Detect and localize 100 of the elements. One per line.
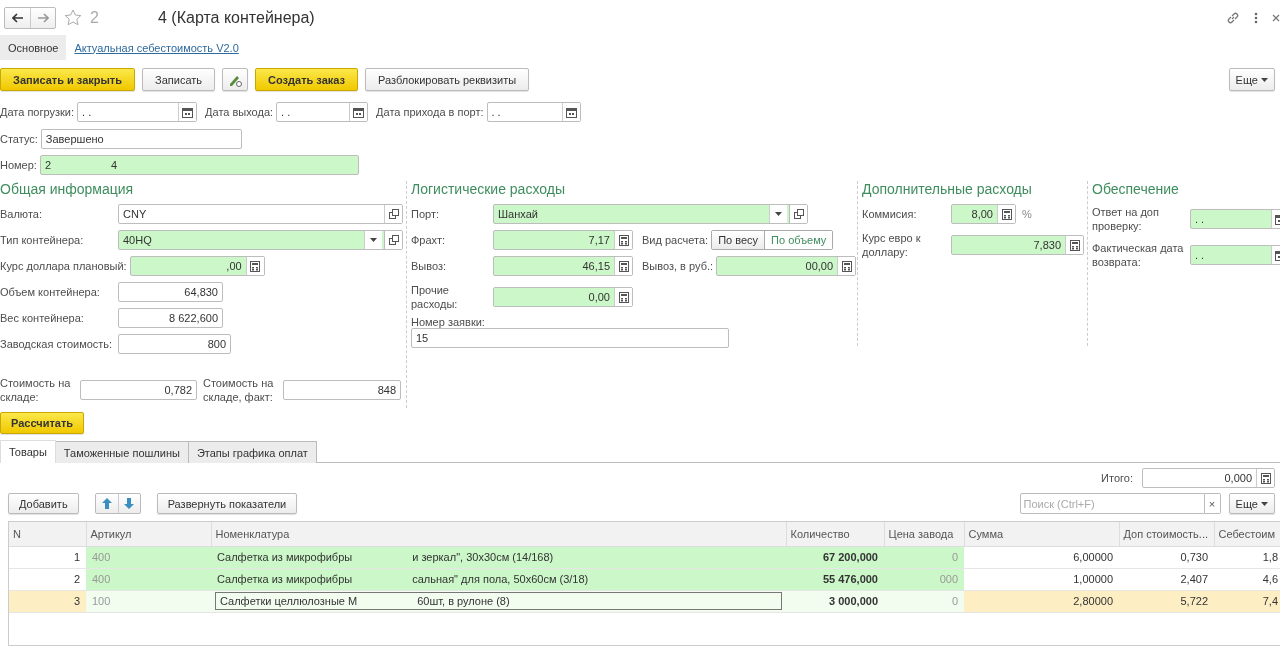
- close-icon[interactable]: [1272, 13, 1280, 22]
- open-icon[interactable]: [793, 209, 804, 219]
- text-field[interactable]: 8 622,600: [118, 308, 223, 328]
- tab[interactable]: Таможенные пошлины: [55, 441, 189, 463]
- dropdown-caret-icon: [1261, 501, 1268, 506]
- select-field[interactable]: CNY: [118, 204, 403, 224]
- calculator-icon[interactable]: [841, 260, 852, 272]
- table-cell: 4,6: [1214, 568, 1280, 590]
- more-menu-button[interactable]: Еще: [1228, 493, 1275, 514]
- calendar-icon[interactable]: [182, 106, 194, 118]
- calculate-button[interactable]: Рассчитать: [0, 412, 85, 434]
- date-field[interactable]: . .: [276, 102, 369, 122]
- field-label: Дата прихода в порт:: [376, 106, 485, 118]
- text-field[interactable]: 848: [283, 380, 401, 400]
- calculator-icon[interactable]: [1260, 472, 1271, 484]
- section-title: Дополнительные расходы: [862, 181, 1033, 198]
- field-label: Вывоз, в руб.:: [642, 260, 715, 272]
- text-field[interactable]: 2 4: [39, 155, 359, 175]
- edit-button[interactable]: [222, 68, 249, 91]
- toggle-option[interactable]: По объему: [764, 231, 833, 249]
- calendar-icon[interactable]: [353, 106, 365, 118]
- number-field[interactable]: ,00: [129, 256, 265, 276]
- column-header[interactable]: Себестоим: [1214, 522, 1280, 546]
- field-label: Вид расчета:: [642, 234, 710, 246]
- primary-button[interactable]: Записать и закрыть: [0, 68, 136, 91]
- table-cell: 1,00000: [964, 568, 1119, 590]
- column-header[interactable]: N: [9, 522, 86, 546]
- field-label: Вес контейнера:: [0, 312, 85, 324]
- number-field[interactable]: 7,830: [951, 235, 1084, 255]
- field-label: Дата выхода:: [205, 106, 275, 118]
- tab[interactable]: Этапы графика оплат: [188, 441, 317, 463]
- date-field[interactable]: . .: [486, 102, 581, 122]
- calculator-icon[interactable]: [250, 260, 261, 272]
- search-field[interactable]: Поиск (Ctrl+F): [1019, 493, 1205, 514]
- dropdown-caret-icon: [1261, 77, 1268, 82]
- table-cell: 5,722: [1119, 590, 1214, 612]
- calendar-icon[interactable]: [565, 106, 577, 118]
- tab[interactable]: Товары: [0, 440, 56, 463]
- field-label: Порт:: [411, 207, 440, 221]
- text-field[interactable]: 0,782: [80, 380, 197, 400]
- calculator-icon[interactable]: [1001, 208, 1012, 220]
- table-cell: 1,8: [1214, 546, 1280, 568]
- more-options-icon[interactable]: [1254, 11, 1258, 24]
- calculator-icon[interactable]: [618, 260, 629, 272]
- section-link[interactable]: Актуальная себестоимость V2.0: [66, 35, 247, 60]
- text-field[interactable]: 15: [411, 328, 729, 348]
- open-icon[interactable]: [388, 209, 399, 219]
- primary-button[interactable]: Создать заказ: [255, 68, 358, 91]
- field-label: Стоимость на складе, факт:: [203, 376, 275, 404]
- table-cell: Салфетка из микрофибры сальная" для пола, 50х60см (3/18): [211, 568, 786, 590]
- open-icon[interactable]: [388, 235, 399, 245]
- clear-button[interactable]: ×: [1204, 493, 1221, 514]
- field-label: Итого:: [1101, 472, 1134, 484]
- select-field[interactable]: 40HQ: [118, 230, 403, 250]
- section-tab[interactable]: Основное: [0, 35, 67, 60]
- field-label: Фрахт:: [411, 233, 447, 247]
- text-field[interactable]: Завершено: [40, 129, 242, 149]
- window-title: 2: [90, 8, 100, 27]
- date-field[interactable]: . .: [1190, 209, 1280, 229]
- text-field[interactable]: 64,830: [118, 282, 223, 302]
- calculator-icon[interactable]: [618, 291, 629, 303]
- number-field[interactable]: 8,00: [951, 204, 1016, 224]
- add-button[interactable]: Добавить: [8, 493, 79, 514]
- link-icon[interactable]: [1226, 10, 1240, 25]
- column-header[interactable]: Сумма: [964, 522, 1119, 546]
- number-field[interactable]: 0,00: [493, 287, 633, 307]
- date-field[interactable]: . .: [77, 102, 198, 122]
- column-header[interactable]: Артикул: [86, 522, 211, 546]
- column-header[interactable]: Количество: [786, 522, 884, 546]
- date-field[interactable]: . .: [1190, 245, 1280, 265]
- more-menu-button[interactable]: Еще: [1228, 68, 1275, 91]
- toggle-option[interactable]: По весу: [712, 231, 765, 249]
- table-cell: 400: [86, 546, 211, 568]
- select-field[interactable]: Шанхай: [493, 204, 808, 224]
- section-title: Логистические расходы: [411, 181, 566, 198]
- table-cell: 2,80000: [964, 590, 1119, 612]
- toolbar-button[interactable]: Записать: [142, 68, 216, 91]
- field-label: Вывоз:: [411, 259, 448, 273]
- text-field[interactable]: 800: [118, 334, 231, 354]
- number-field[interactable]: 46,15: [493, 256, 633, 276]
- toolbar-button[interactable]: Разблокировать реквизиты: [365, 68, 530, 91]
- expand-button[interactable]: Развернуть показатели: [156, 493, 298, 514]
- table-cell: 0: [884, 546, 964, 568]
- field-label: Прочие расходы:: [411, 283, 459, 311]
- number-field[interactable]: 00,00: [716, 256, 857, 276]
- field-label: Стоимость на складе:: [0, 376, 72, 404]
- favorite-star-icon[interactable]: [64, 9, 82, 26]
- number-field[interactable]: 7,17: [493, 230, 633, 250]
- table-cell: Салфетки целлюлозные М 60шт, в рулоне (8): [211, 590, 786, 612]
- field-label: Дата погрузки:: [0, 106, 76, 118]
- field-label: Номер:: [0, 159, 38, 171]
- calculator-icon[interactable]: [1069, 239, 1080, 251]
- dropdown-caret-icon[interactable]: [370, 238, 377, 242]
- column-header[interactable]: Номенклатура: [211, 522, 786, 546]
- calculator-icon[interactable]: [618, 234, 629, 246]
- table-cell: 000: [884, 568, 964, 590]
- number-field[interactable]: 0,000: [1142, 468, 1275, 488]
- dropdown-caret-icon[interactable]: [775, 212, 782, 216]
- column-header[interactable]: Доп стоимость...: [1119, 522, 1214, 546]
- column-header[interactable]: Цена завода: [884, 522, 964, 546]
